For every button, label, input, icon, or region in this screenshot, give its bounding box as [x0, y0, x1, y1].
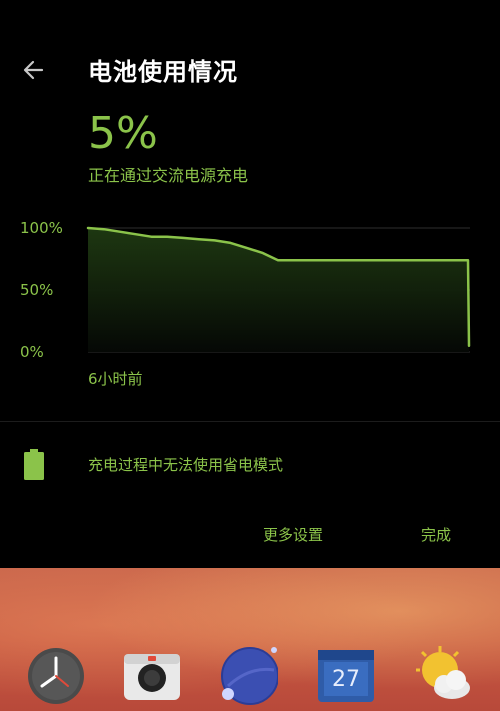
battery-usage-dialog: 电池使用情况 5% 正在通过交流电源充电 100% 50% 0% 6小时前 充电… — [0, 0, 500, 568]
battery-chart — [86, 226, 471, 353]
weather-icon[interactable] — [414, 646, 474, 706]
camera-icon[interactable] — [122, 646, 182, 706]
divider — [0, 421, 500, 422]
done-button[interactable]: 完成 — [421, 524, 451, 545]
battery-charging-icon — [24, 449, 44, 480]
chart-area-fill — [88, 228, 469, 352]
power-save-note: 充电过程中无法使用省电模式 — [88, 456, 284, 474]
more-settings-button[interactable]: 更多设置 — [263, 524, 323, 545]
planet-icon[interactable] — [218, 646, 278, 706]
calendar-day: 27 — [332, 667, 360, 692]
clock-icon[interactable] — [26, 646, 86, 706]
calendar-icon[interactable]: 27 — [316, 646, 376, 706]
x-axis-label: 6小时前 — [88, 370, 143, 388]
